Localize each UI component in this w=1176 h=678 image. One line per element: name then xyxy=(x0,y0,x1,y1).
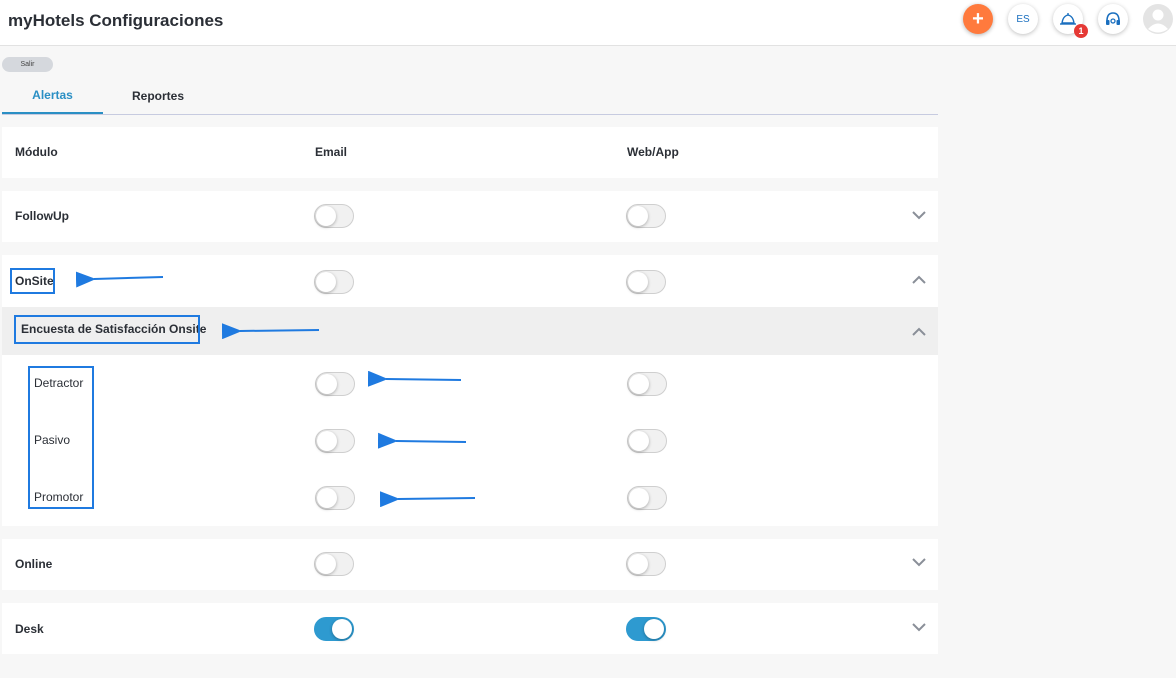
annotation-arrow xyxy=(377,432,467,449)
annotation-arrow xyxy=(379,491,476,508)
annotation-arrow xyxy=(367,370,462,387)
annotation-arrows xyxy=(75,271,476,508)
annotation-arrow xyxy=(75,271,164,288)
annotation-arrow xyxy=(221,323,320,340)
